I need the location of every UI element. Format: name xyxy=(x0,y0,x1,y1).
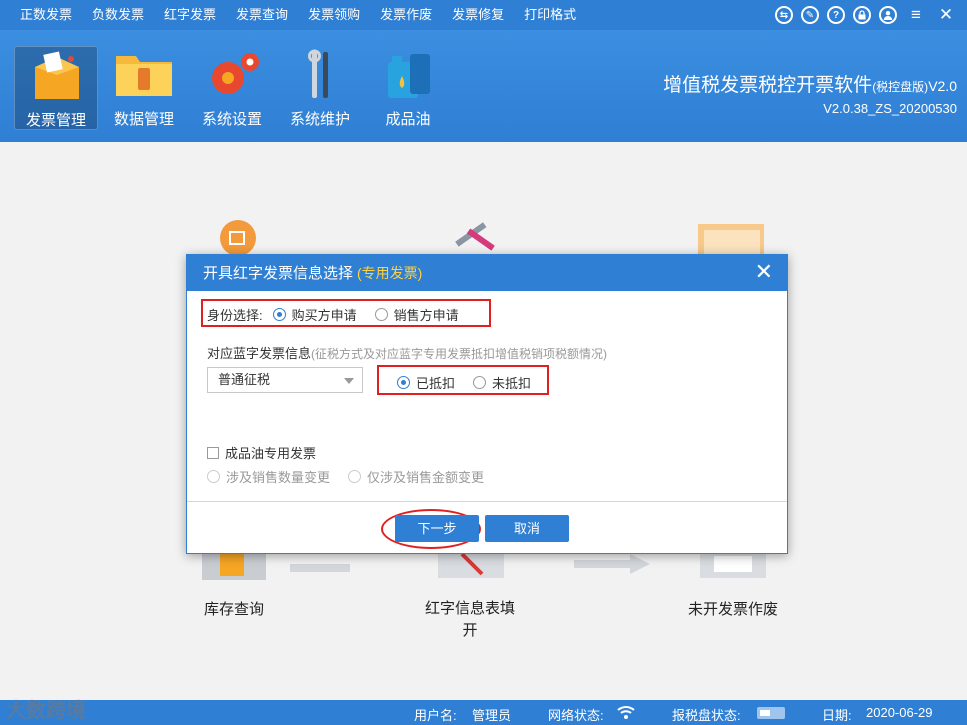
radio-label: 涉及销售数量变更 xyxy=(226,470,331,485)
tool-system-maintenance[interactable]: 系统维护 xyxy=(278,46,362,130)
checkbox-label: 成品油专用发票 xyxy=(225,446,317,461)
switch-icon[interactable]: ⇆ xyxy=(775,6,793,24)
help-icon[interactable]: ? xyxy=(827,6,845,24)
identity-row: 身份选择: 购买方申请 销售方申请 xyxy=(207,305,459,324)
radio-label: 购买方申请 xyxy=(291,308,357,323)
void-invoice-icon xyxy=(700,550,770,583)
network-label: 网络状态: xyxy=(548,708,604,723)
dialog-titlebar: 开具红字发票信息选择 (专用发票) ✕ xyxy=(187,255,787,291)
tool-label: 系统设置 xyxy=(201,111,262,128)
tool-label: 成品油 xyxy=(385,111,431,128)
radio-deducted[interactable]: 已抵扣 xyxy=(397,373,455,392)
dialog-subtitle: (专用发票) xyxy=(357,265,423,281)
radio-label: 已抵扣 xyxy=(416,376,456,391)
invoice-box-icon xyxy=(15,47,97,103)
gears-icon xyxy=(190,46,274,102)
radio-seller-apply[interactable]: 销售方申请 xyxy=(374,305,459,324)
radio-buyer-apply[interactable]: 购买方申请 xyxy=(272,305,357,324)
dialog-body: 身份选择: 购买方申请 销售方申请 对应蓝字发票信息(征税方式及对应蓝字专用发票… xyxy=(187,291,787,503)
repair-tools-icon xyxy=(440,212,500,259)
arrow-right-icon xyxy=(570,550,654,583)
close-icon[interactable]: ✕ xyxy=(755,255,773,289)
folder-icon xyxy=(102,46,186,102)
radio-label: 仅涉及销售金额变更 xyxy=(367,470,485,485)
menu-positive-invoice[interactable]: 正数发票 xyxy=(0,0,82,30)
watermark-text: 大数跨境 xyxy=(6,700,86,722)
dialog-footer: 下一步 取消 xyxy=(187,501,787,553)
blue-info-row: 对应蓝字发票信息(征税方式及对应蓝字专用发票抵扣增值税销项税额情况) xyxy=(207,343,607,362)
chevron-down-icon xyxy=(344,378,354,384)
app-title-edition: (税控盘版) xyxy=(872,80,929,94)
disk-label: 报税盘状态: xyxy=(672,708,741,723)
tax-mode-select[interactable]: 普通征税 xyxy=(207,367,363,393)
radio-not-deducted[interactable]: 未抵扣 xyxy=(473,373,531,392)
tool-data-management[interactable]: 数据管理 xyxy=(102,46,186,130)
app-title-main: 增值税发票税控开票软件 xyxy=(663,75,873,96)
main-toolbar: 发票管理 数据管理 系统设置 系统维护 成品油 增值税发票税控开票软件(税控盘版… xyxy=(0,30,967,142)
oil-can-icon xyxy=(366,46,450,102)
watermark: 大数跨境 xyxy=(6,694,86,723)
date-label: 日期: xyxy=(822,708,852,723)
menu-invoice-repair[interactable]: 发票修复 xyxy=(442,0,514,30)
edit-icon[interactable]: ✎ xyxy=(801,6,819,24)
app-version: V2.0.38_ZS_20200530 xyxy=(823,101,957,116)
caption-inventory-query[interactable]: 库存查询 xyxy=(190,598,278,619)
tools-icon xyxy=(278,46,362,102)
identity-label: 身份选择: xyxy=(207,308,263,323)
next-button[interactable]: 下一步 xyxy=(395,515,479,542)
tax-mode-value: 普通征税 xyxy=(218,372,271,387)
menu-print-format[interactable]: 打印格式 xyxy=(514,0,586,30)
inventory-query-icon xyxy=(198,550,270,583)
oil-invoice-checkbox[interactable]: 成品油专用发票 xyxy=(207,443,316,462)
lock-icon[interactable] xyxy=(853,6,871,24)
app-title-version-suffix: V2.0 xyxy=(928,78,957,94)
tool-system-settings[interactable]: 系统设置 xyxy=(190,46,274,130)
menu-red-invoice[interactable]: 红字发票 xyxy=(154,0,226,30)
red-invoice-dialog: 开具红字发票信息选择 (专用发票) ✕ 身份选择: 购买方申请 销售方申请 对应蓝… xyxy=(186,254,788,554)
tool-label: 系统维护 xyxy=(289,111,350,128)
radio-amount-change[interactable]: 仅涉及销售金额变更 xyxy=(348,467,484,486)
tool-refined-oil[interactable]: 成品油 xyxy=(366,46,450,130)
status-bar: 用户名: 管理员 网络状态: 报税盘状态: 日期: 2020-06-29 xyxy=(0,700,967,725)
arrow-icon xyxy=(290,556,360,579)
radio-label: 未抵扣 xyxy=(492,376,532,391)
dialog-title: 开具红字发票信息选择 xyxy=(203,265,354,282)
caption-void-unissued[interactable]: 未开发票作废 xyxy=(676,598,790,619)
radio-quantity-change[interactable]: 涉及销售数量变更 xyxy=(207,467,330,486)
app-title: 增值税发票税控开票软件(税控盘版)V2.0 V2.0.38_ZS_2020053… xyxy=(663,70,957,116)
caption-red-info-form[interactable]: 红字信息表填开 xyxy=(418,598,522,642)
disk-status-icon xyxy=(756,705,788,724)
user-label: 用户名: xyxy=(414,708,457,723)
tool-label: 发票管理 xyxy=(25,112,86,129)
tool-invoice-management[interactable]: 发票管理 xyxy=(14,46,98,130)
menu-invoice-query[interactable]: 发票查询 xyxy=(226,0,298,30)
oil-options-row: 涉及销售数量变更 仅涉及销售金额变更 xyxy=(207,467,484,486)
window-tools: ⇆ ✎ ? ≡ ✕ xyxy=(775,0,957,30)
deduct-row: 已抵扣 未抵扣 xyxy=(397,373,531,392)
cancel-button[interactable]: 取消 xyxy=(485,515,569,542)
menu-invoice-purchase[interactable]: 发票领购 xyxy=(298,0,370,30)
menu-icon[interactable]: ≡ xyxy=(905,0,927,30)
menu-negative-invoice[interactable]: 负数发票 xyxy=(82,0,154,30)
close-icon[interactable]: ✕ xyxy=(935,0,957,30)
red-info-form-icon xyxy=(432,550,516,583)
user-value: 管理员 xyxy=(472,708,512,723)
menu-invoice-void[interactable]: 发票作废 xyxy=(370,0,442,30)
export-icon xyxy=(198,216,268,259)
blue-info-hint: (征税方式及对应蓝字专用发票抵扣增值税销项税额情况) xyxy=(311,347,608,361)
radio-label: 销售方申请 xyxy=(393,308,459,323)
date-value: 2020-06-29 xyxy=(866,705,933,720)
blue-info-label: 对应蓝字发票信息 xyxy=(207,346,312,361)
top-menu-bar: 正数发票 负数发票 红字发票 发票查询 发票领购 发票作废 发票修复 打印格式 … xyxy=(0,0,967,30)
tool-label: 数据管理 xyxy=(113,111,174,128)
wifi-icon xyxy=(616,703,636,724)
user-icon[interactable] xyxy=(879,6,897,24)
